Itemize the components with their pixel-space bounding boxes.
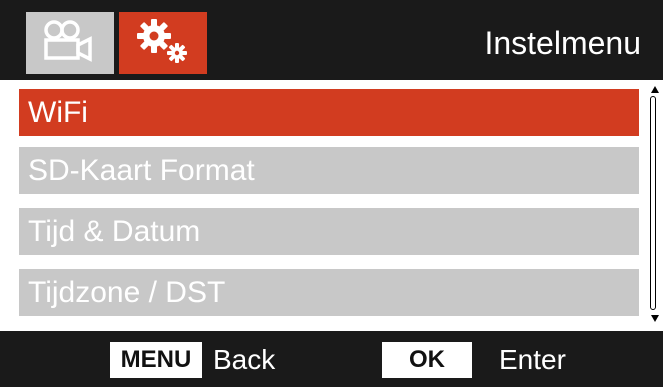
menu-item-sd-card-format[interactable]: SD-Kaart Format [19, 147, 639, 194]
menu-item-timezone-dst[interactable]: Tijdzone / DST [19, 269, 639, 316]
tab-setup[interactable] [119, 12, 207, 74]
scroll-up-arrow-icon [651, 86, 659, 93]
menu-item-wifi[interactable]: WiFi [19, 89, 639, 136]
video-camera-icon [40, 19, 100, 68]
menu-item-time-date[interactable]: Tijd & Datum [19, 208, 639, 255]
settings-gears-icon [130, 16, 196, 71]
tab-video[interactable] [26, 12, 114, 74]
screen-title: Instelmenu [484, 25, 641, 61]
ok-key-badge[interactable]: OK [382, 342, 472, 378]
menu-scrollbar[interactable] [649, 86, 661, 322]
header-bar: Instelmenu [0, 0, 663, 80]
back-label: Back [213, 344, 276, 375]
menu-key-badge[interactable]: MENU [110, 342, 202, 378]
footer-bar: MENU Back OK Enter [0, 331, 663, 387]
scroll-track [650, 96, 656, 310]
settings-screen: Instelmenu WiFi SD-Kaart Format Tijd & D… [0, 0, 663, 387]
enter-label: Enter [499, 344, 566, 375]
scroll-down-arrow-icon [651, 315, 659, 322]
